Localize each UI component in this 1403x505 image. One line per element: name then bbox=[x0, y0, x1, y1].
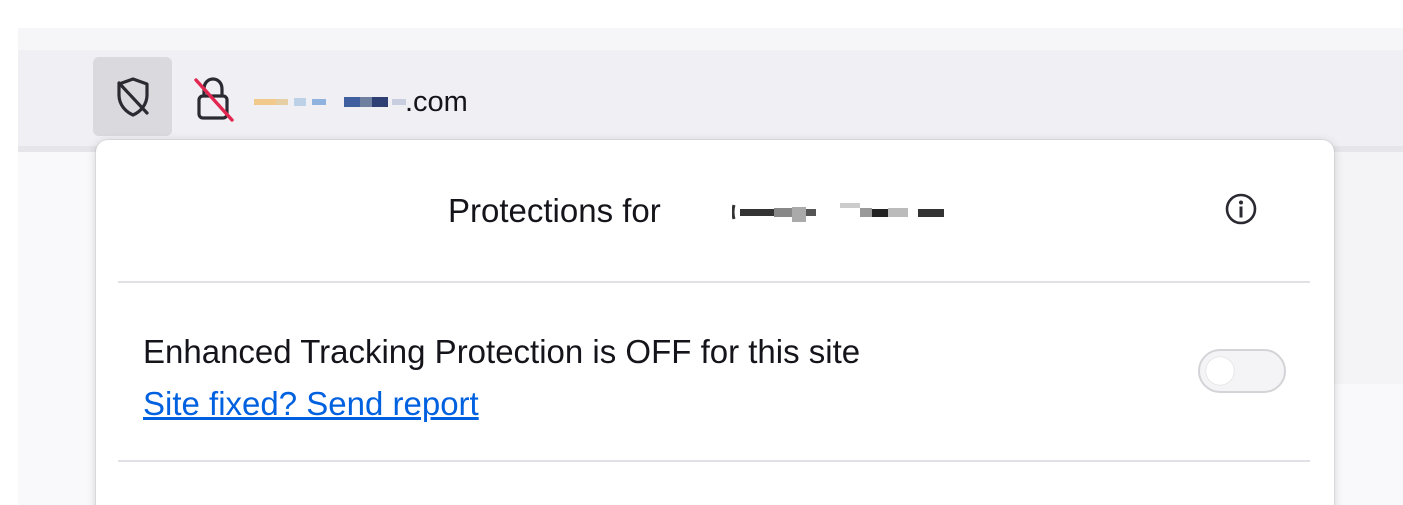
toolbar-strip bbox=[18, 28, 1403, 50]
send-report-link[interactable]: Site fixed? Send report bbox=[143, 384, 479, 424]
toggle-knob bbox=[1206, 357, 1234, 385]
panel-title: Protections for bbox=[448, 192, 661, 229]
page-content-edge bbox=[1333, 152, 1403, 384]
etp-toggle-switch[interactable] bbox=[1198, 349, 1286, 393]
etp-status-label: Enhanced Tracking Protection is OFF for … bbox=[143, 333, 861, 370]
url-domain-suffix: .com bbox=[405, 86, 468, 118]
lock-slash-icon[interactable] bbox=[190, 74, 236, 124]
redacted-domain-name bbox=[254, 97, 406, 107]
panel-header: Protections for bbox=[96, 140, 1334, 282]
info-icon[interactable] bbox=[1224, 192, 1258, 226]
shield-slash-icon bbox=[116, 76, 149, 117]
browser-window: .com Protections for Enhanced Tracking P… bbox=[0, 0, 1403, 505]
panel-divider bbox=[118, 460, 1310, 462]
panel-divider bbox=[118, 281, 1310, 283]
protections-panel: Protections for Enhanced Tracking Protec bbox=[96, 140, 1334, 505]
tracking-protection-button[interactable] bbox=[93, 57, 172, 136]
redacted-site-name bbox=[732, 203, 944, 222]
